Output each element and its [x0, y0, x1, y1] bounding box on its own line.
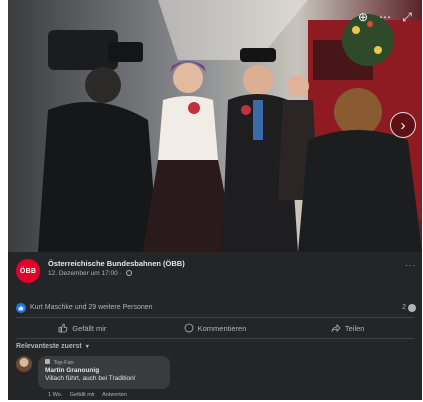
comment-age[interactable]: 1 Wo. — [48, 392, 62, 398]
comment-text: Villach führt, auch bei Tradition! — [45, 375, 136, 382]
post-actions: Gefällt mir Kommentieren Teilen — [16, 318, 414, 338]
thumbs-up-icon — [58, 323, 68, 333]
comment-sort-dropdown[interactable]: Relevanteste zuerst ▾ — [16, 343, 89, 350]
comment-count[interactable]: 2 — [402, 304, 406, 311]
post-panel: ÖBB Österreichische Bundesbahnen (ÖBB) 1… — [8, 252, 422, 400]
post-viewer: ⊕ ⋯ ⤢ › ÖBB Österreichische Bundesbahnen… — [8, 0, 422, 400]
divider — [16, 338, 414, 339]
photo-scene — [8, 0, 422, 252]
comment-label: Kommentieren — [197, 323, 247, 333]
options-icon[interactable]: ⋯ — [378, 10, 392, 24]
comment-bubble-icon — [408, 304, 416, 312]
chevron-down-icon: ▾ — [85, 344, 89, 350]
post-header: ÖBB Österreichische Bundesbahnen (ÖBB) 1… — [16, 259, 416, 283]
sort-label: Relevanteste zuerst — [16, 343, 82, 350]
fullscreen-icon[interactable]: ⤢ — [400, 10, 414, 24]
comment-reply-link[interactable]: Antworten — [102, 392, 127, 398]
page-logo[interactable]: ÖBB — [16, 259, 40, 283]
comment-actions: 1 Wo. Gefällt mir Antworten — [48, 392, 133, 398]
comment-button[interactable]: Kommentieren — [149, 318, 282, 338]
comment-bubble: Top-Fan Martin Granounig Villach führt, … — [38, 356, 170, 389]
like-button[interactable]: Gefällt mir — [16, 318, 149, 338]
comment-like-link[interactable]: Gefällt mir — [70, 392, 95, 398]
zoom-in-icon[interactable]: ⊕ — [356, 10, 370, 24]
badge-icon — [45, 359, 50, 364]
avatar[interactable] — [16, 356, 32, 372]
more-options-button[interactable]: ··· — [405, 261, 416, 270]
top-fan-badge: Top-Fan — [45, 359, 163, 366]
page-logo-text: ÖBB — [19, 267, 37, 275]
share-button[interactable]: Teilen — [281, 318, 414, 338]
comment-item: Top-Fan Martin Granounig Villach führt, … — [16, 356, 316, 400]
globe-icon — [125, 270, 132, 276]
share-label: Teilen — [344, 323, 365, 333]
post-time-text: 12. Dezember um 17:00 · — [48, 270, 122, 277]
page-name[interactable]: Österreichische Bundesbahnen (ÖBB) — [48, 259, 185, 268]
like-label: Gefällt mir — [72, 323, 107, 333]
comment-icon — [184, 323, 194, 333]
next-photo-button[interactable]: › — [390, 112, 416, 138]
share-icon — [331, 324, 341, 333]
post-timestamp[interactable]: 12. Dezember um 17:00 · — [48, 270, 132, 277]
commenter-name[interactable]: Martin Granounig — [45, 367, 163, 374]
chevron-right-icon: › — [400, 116, 406, 134]
post-photo[interactable]: ⊕ ⋯ ⤢ › — [8, 0, 422, 252]
reactions-summary[interactable]: Kurt Maschke und 29 weitere Personen 2 — [16, 303, 416, 315]
top-fan-label: Top-Fan — [53, 360, 74, 366]
reactions-text: Kurt Maschke und 29 weitere Personen — [30, 304, 153, 311]
like-reaction-icon — [16, 303, 26, 313]
